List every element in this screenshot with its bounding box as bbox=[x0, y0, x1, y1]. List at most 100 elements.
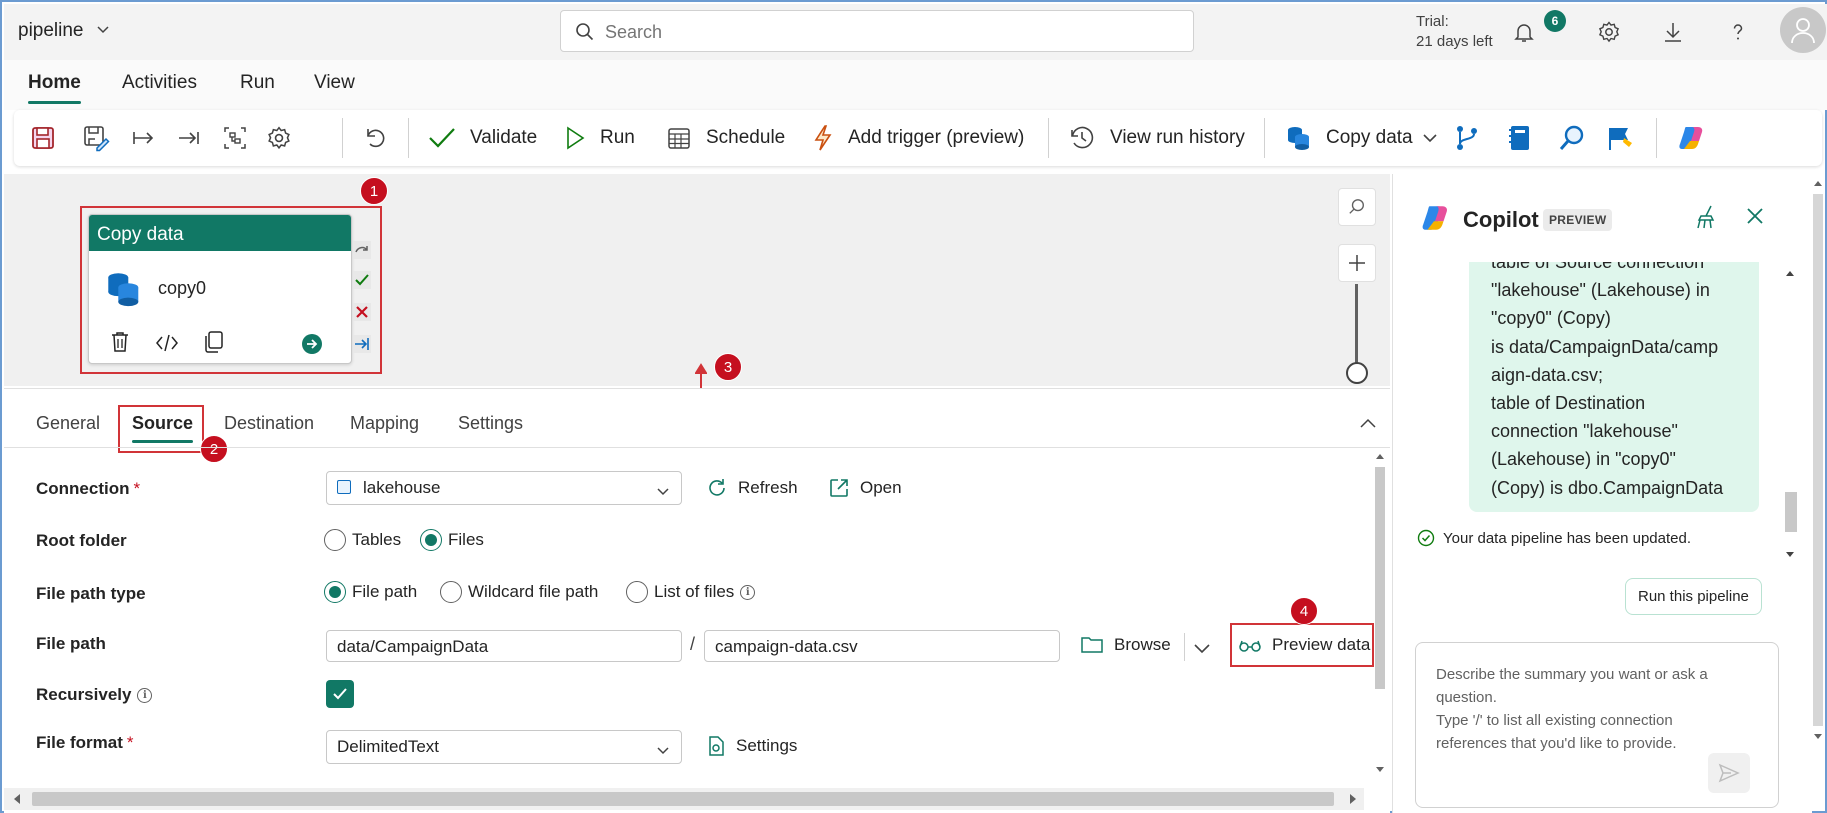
run-button[interactable]: Run bbox=[564, 120, 635, 156]
info-icon[interactable]: i bbox=[740, 584, 756, 600]
save-icon bbox=[32, 127, 54, 149]
radio-wildcard-file-path[interactable]: Wildcard file path bbox=[440, 581, 598, 603]
radio-files-label: Files bbox=[448, 530, 484, 549]
file-path-label: File path bbox=[36, 634, 106, 653]
file-format-settings-button[interactable]: Settings bbox=[706, 735, 797, 757]
copilot-icon bbox=[1679, 127, 1703, 149]
copilot-icon bbox=[1419, 202, 1451, 239]
settings-button[interactable] bbox=[1593, 16, 1625, 48]
root-folder-label: Root folder bbox=[36, 531, 127, 550]
radio-circle bbox=[626, 581, 648, 603]
connection-dropdown[interactable]: lakehouse bbox=[326, 471, 682, 505]
checkmark-icon bbox=[333, 688, 347, 700]
toolbar-divider bbox=[408, 118, 409, 158]
teams-activity-button[interactable] bbox=[1606, 120, 1636, 156]
notebook-activity-button[interactable] bbox=[1508, 120, 1532, 156]
copilot-message-bubble: table of Source connection "lakehouse" (… bbox=[1469, 262, 1759, 512]
tab-home[interactable]: Home bbox=[28, 72, 81, 104]
notifications-button[interactable] bbox=[1508, 16, 1540, 48]
recursively-checkbox[interactable] bbox=[326, 680, 354, 708]
tab-general[interactable]: General bbox=[36, 413, 100, 434]
open-button[interactable]: Open bbox=[828, 477, 902, 499]
message-line: "lakehouse" (Lakehouse) in bbox=[1491, 280, 1710, 301]
move-to-start-button[interactable] bbox=[130, 120, 156, 156]
radio-list-of-files[interactable]: List of files i bbox=[626, 581, 756, 603]
download-button[interactable] bbox=[1657, 16, 1689, 48]
auto-align-button[interactable] bbox=[222, 120, 248, 156]
undo-button[interactable] bbox=[362, 120, 388, 156]
file-path-folder-input[interactable]: data/CampaignData bbox=[326, 630, 682, 662]
validate-button[interactable]: Validate bbox=[428, 120, 537, 156]
pipeline-name-dropdown[interactable]: pipeline bbox=[18, 20, 109, 42]
properties-vertical-scrollbar[interactable] bbox=[1372, 449, 1388, 779]
open-external-icon bbox=[830, 479, 848, 497]
user-avatar[interactable] bbox=[1780, 7, 1826, 53]
pipeline-name: pipeline bbox=[18, 20, 84, 41]
file-format-settings-label: Settings bbox=[736, 736, 798, 755]
move-to-end-button[interactable] bbox=[176, 120, 202, 156]
browse-options-chevron-icon[interactable] bbox=[1194, 641, 1210, 659]
refresh-icon bbox=[709, 479, 725, 496]
settings-doc-icon bbox=[709, 736, 724, 756]
trial-status[interactable]: Trial: 21 days left bbox=[1416, 12, 1493, 52]
tab-mapping[interactable]: Mapping bbox=[350, 413, 419, 434]
run-this-pipeline-button[interactable]: Run this pipeline bbox=[1625, 578, 1762, 615]
save-as-button[interactable] bbox=[82, 120, 110, 156]
view-run-history-button[interactable]: View run history bbox=[1068, 120, 1245, 156]
save-button[interactable] bbox=[30, 120, 56, 156]
chat-input-placeholder: Describe the summary you want or ask a q… bbox=[1436, 663, 1746, 755]
lookup-activity-button[interactable] bbox=[1558, 120, 1586, 156]
zoom-slider-track[interactable] bbox=[1355, 284, 1358, 366]
canvas-search-button[interactable] bbox=[1338, 188, 1376, 226]
file-format-dropdown[interactable]: DelimitedText bbox=[326, 730, 682, 764]
chevron-down-icon bbox=[657, 481, 669, 501]
tab-activities[interactable]: Activities bbox=[122, 72, 197, 94]
zoom-slider-handle[interactable] bbox=[1346, 362, 1368, 384]
tab-settings[interactable]: Settings bbox=[458, 413, 523, 434]
trial-days-left: 21 days left bbox=[1416, 33, 1493, 50]
refresh-button[interactable]: Refresh bbox=[706, 477, 798, 499]
lightning-icon bbox=[814, 125, 832, 151]
search-input[interactable] bbox=[605, 19, 1165, 45]
message-line: table of Destination bbox=[1491, 393, 1646, 414]
copy-data-icon bbox=[1288, 127, 1309, 150]
horizontal-scrollbar[interactable] bbox=[4, 788, 1364, 810]
copy-data-label: Copy data bbox=[1326, 127, 1413, 148]
tab-run[interactable]: Run bbox=[240, 72, 275, 94]
copilot-button[interactable] bbox=[1676, 120, 1706, 156]
toolbar-divider bbox=[1656, 118, 1657, 158]
help-button[interactable] bbox=[1722, 16, 1754, 48]
close-icon[interactable] bbox=[1745, 206, 1765, 231]
path-separator: / bbox=[690, 634, 696, 654]
collapse-panel-icon[interactable] bbox=[1360, 415, 1376, 433]
file-path-type-label: File path type bbox=[36, 584, 146, 603]
info-icon[interactable]: i bbox=[137, 688, 153, 703]
settings-toolbar-button[interactable] bbox=[266, 120, 292, 156]
schedule-button[interactable]: Schedule bbox=[666, 120, 785, 156]
file-path-file-input[interactable]: campaign-data.csv bbox=[704, 630, 1060, 662]
undo-icon bbox=[367, 129, 385, 148]
question-icon bbox=[1733, 24, 1743, 40]
page-scrollbar[interactable] bbox=[1810, 174, 1826, 744]
toolbar-divider bbox=[1048, 118, 1049, 158]
radio-file-path[interactable]: File path bbox=[324, 581, 417, 603]
copy-data-dropdown[interactable]: Copy data bbox=[1286, 120, 1437, 156]
clear-chat-icon[interactable] bbox=[1695, 204, 1719, 235]
scrollbar-thumb[interactable] bbox=[32, 792, 1334, 806]
step-badge-2: 2 bbox=[200, 435, 228, 463]
add-trigger-button[interactable]: Add trigger (preview) bbox=[812, 120, 1024, 156]
tab-view[interactable]: View bbox=[314, 72, 355, 94]
radio-tables[interactable]: Tables bbox=[324, 529, 401, 551]
folder-icon bbox=[1081, 637, 1103, 653]
gear-icon bbox=[1598, 21, 1620, 43]
search-box[interactable] bbox=[560, 10, 1194, 52]
browse-label: Browse bbox=[1114, 635, 1171, 654]
browse-button[interactable]: Browse bbox=[1080, 635, 1171, 655]
copilot-scrollbar[interactable] bbox=[1781, 264, 1799, 564]
radio-files[interactable]: Files bbox=[420, 529, 484, 551]
zoom-in-button[interactable] bbox=[1338, 244, 1376, 282]
branch-activity-button[interactable] bbox=[1454, 120, 1480, 156]
send-button[interactable] bbox=[1708, 753, 1750, 793]
tab-destination[interactable]: Destination bbox=[224, 413, 314, 434]
copilot-chat-input[interactable]: Describe the summary you want or ask a q… bbox=[1415, 642, 1779, 808]
